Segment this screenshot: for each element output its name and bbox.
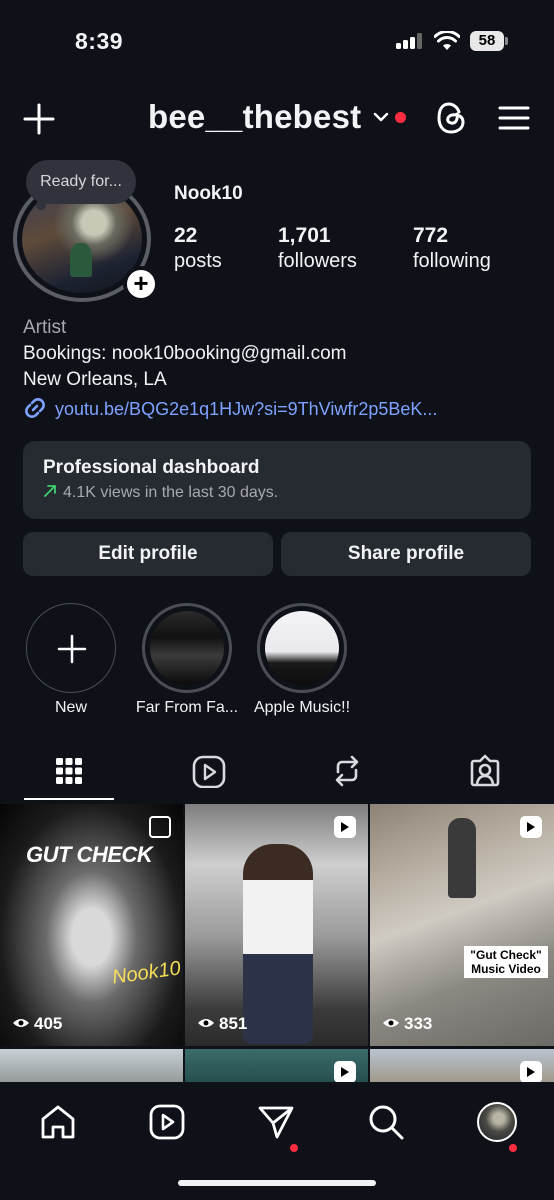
post-views-count: 405 [34,1014,63,1033]
tab-tagged[interactable] [438,750,528,800]
post-views-count: 333 [404,1014,433,1033]
professional-dashboard[interactable]: Professional dashboard 4.1K views in the… [23,441,531,519]
eye-icon [13,1019,29,1027]
bottom-nav [0,1082,554,1200]
reels-icon[interactable] [147,1102,187,1142]
add-story-plus-icon[interactable]: + [123,266,159,302]
share-profile-button[interactable]: Share profile [281,532,531,576]
bio-link-text[interactable]: youtu.be/BQG2e1q1HJw?si=9ThViwfr2p5BeK..… [55,399,437,419]
account-username[interactable]: bee__thebest [148,98,361,136]
battery-level: 58 [470,31,504,51]
multiple-posts-icon [149,816,171,838]
highlight-cover [142,603,232,693]
profile-tabs [0,750,554,802]
post-views: 333 [382,1014,432,1034]
status-time: 8:39 [75,28,124,54]
note-bubble-tail [36,200,46,210]
tab-posts-grid[interactable] [24,750,114,800]
menu-icon[interactable] [498,104,530,132]
tab-reposts[interactable] [300,750,390,800]
reel-icon [334,816,356,838]
reel-icon [334,1061,356,1083]
post-tile[interactable]: "Gut Check" Music Video 333 [370,804,554,1046]
bio-category: Artist [23,317,67,338]
stat-followers-value: 1,701 [278,224,331,247]
create-plus-icon[interactable] [22,102,56,136]
highlight-label: Far From Fa... [135,699,239,716]
reels-icon [192,755,226,788]
status-bar: 8:39 58 [0,0,554,84]
profile-notification-dot [509,1144,517,1152]
cellular-signal-icon [396,33,424,49]
highlight-apple-music[interactable]: Apple Music!! [247,603,357,717]
dashboard-views-text: 4.1K views in the last 30 days. [63,484,279,501]
eye-icon [383,1019,399,1027]
post-caption: "Gut Check" Music Video [464,946,548,978]
bio-link[interactable]: youtu.be/BQG2e1q1HJw?si=9ThViwfr2p5BeK..… [23,396,523,424]
stat-posts[interactable]: 22 posts [174,224,222,273]
profile-header: bee__thebest [0,90,554,150]
dashboard-subtitle: 4.1K views in the last 30 days. [43,484,278,502]
post-tile[interactable] [370,1049,554,1084]
highlight-label: New [54,699,87,716]
note-bubble[interactable]: Ready for... [26,160,136,204]
post-overlay-title: GUT CHECK [26,842,153,867]
stat-followers-label: followers [278,250,357,272]
post-tile[interactable]: GUT CHECK Nook10 405 [0,804,183,1046]
edit-profile-button[interactable]: Edit profile [23,532,273,576]
link-icon [25,398,45,418]
trend-up-icon [44,485,56,497]
messages-send-icon[interactable] [256,1102,296,1142]
bio-line: New Orleans, LA [23,369,167,390]
stat-followers[interactable]: 1,701 followers [278,224,357,273]
post-views: 851 [197,1014,247,1034]
grid-icon [56,758,82,784]
post-views-count: 851 [219,1014,248,1033]
highlight-label: Apple Music!! [253,699,351,716]
stat-following[interactable]: 772 following [413,224,491,273]
reel-icon [520,816,542,838]
battery-icon: 58 [470,31,508,51]
stat-following-label: following [413,250,491,272]
account-notification-dot [395,112,406,123]
post-tile[interactable] [0,1049,183,1084]
bio-line: Bookings: nook10booking@gmail.com [23,343,347,364]
post-tile[interactable]: 851 [185,804,368,1046]
tagged-user-icon [470,754,500,787]
highlight-new[interactable]: New [16,603,126,717]
chevron-down-icon[interactable] [372,110,390,124]
display-name: Nook10 [174,183,243,204]
highlight-cover [257,603,347,693]
posts-grid: GUT CHECK Nook10 405 851 "Gut Check" Mus… [0,804,554,1084]
post-tile[interactable] [185,1049,368,1084]
stat-posts-value: 22 [174,224,198,247]
bio: Artist Bookings: nook10booking@gmail.com… [23,315,346,393]
tab-reels[interactable] [162,750,252,800]
reel-icon [520,1061,542,1083]
stat-posts-label: posts [174,250,222,272]
wifi-icon [434,31,460,50]
search-icon[interactable] [366,1102,406,1142]
highlight-far-from-fa[interactable]: Far From Fa... [132,603,242,717]
repost-icon [335,755,359,787]
post-overlay-signature: Nook10 [110,957,183,989]
active-tab-indicator [24,798,114,800]
post-views: 405 [12,1014,62,1034]
home-indicator [178,1180,376,1186]
plus-icon [57,634,87,664]
stat-following-value: 772 [413,224,449,247]
eye-icon [198,1019,214,1027]
highlight-new-circle [26,603,116,693]
messages-notification-dot [290,1144,298,1152]
dashboard-title: Professional dashboard [43,457,260,478]
home-icon[interactable] [38,1102,78,1142]
profile-avatar-icon[interactable] [477,1102,517,1142]
threads-icon[interactable] [435,100,469,136]
